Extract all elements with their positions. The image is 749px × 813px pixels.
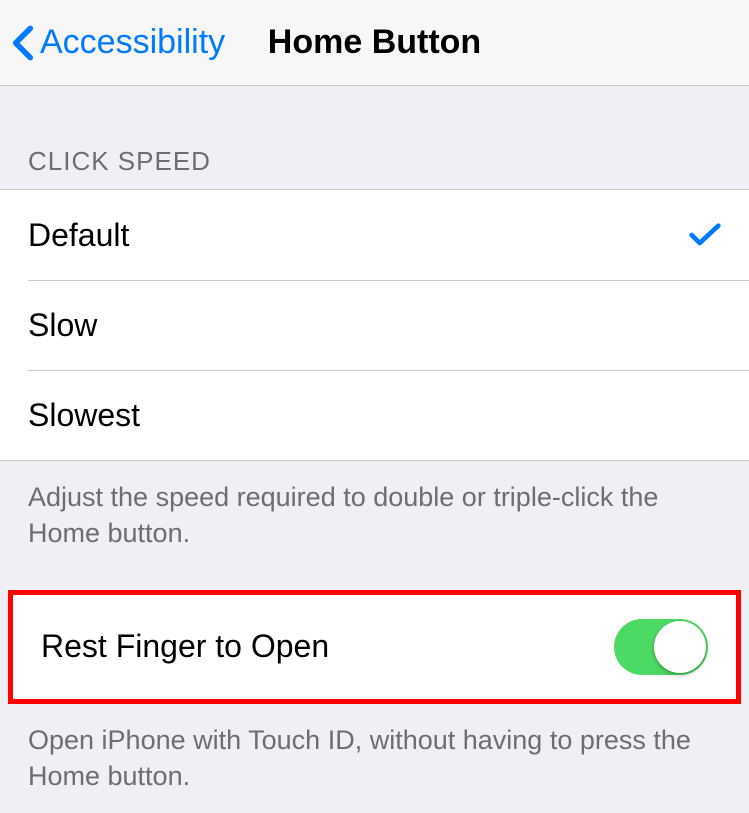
rest-finger-group-highlighted: Rest Finger to Open bbox=[8, 590, 741, 704]
back-button[interactable]: Accessibility bbox=[12, 23, 225, 62]
toggle-knob bbox=[654, 621, 706, 673]
navigation-bar: Accessibility Home Button bbox=[0, 0, 749, 86]
option-slowest[interactable]: Slowest bbox=[0, 370, 749, 460]
option-slow[interactable]: Slow bbox=[0, 280, 749, 370]
click-speed-footer: Adjust the speed required to double or t… bbox=[0, 461, 749, 570]
rest-finger-footer: Open iPhone with Touch ID, without havin… bbox=[0, 704, 749, 813]
back-label: Accessibility bbox=[40, 23, 225, 62]
click-speed-options: Default Slow Slowest bbox=[0, 189, 749, 461]
option-label: Slow bbox=[28, 307, 97, 344]
rest-finger-toggle[interactable] bbox=[614, 619, 708, 675]
option-default[interactable]: Default bbox=[0, 190, 749, 280]
chevron-left-icon bbox=[12, 24, 34, 62]
rest-finger-label: Rest Finger to Open bbox=[41, 628, 329, 665]
page-title: Home Button bbox=[268, 23, 481, 62]
option-label: Slowest bbox=[28, 397, 140, 434]
option-label: Default bbox=[28, 217, 129, 254]
click-speed-header: Click Speed bbox=[0, 86, 749, 189]
checkmark-icon bbox=[689, 222, 721, 248]
rest-finger-row: Rest Finger to Open bbox=[13, 595, 736, 699]
